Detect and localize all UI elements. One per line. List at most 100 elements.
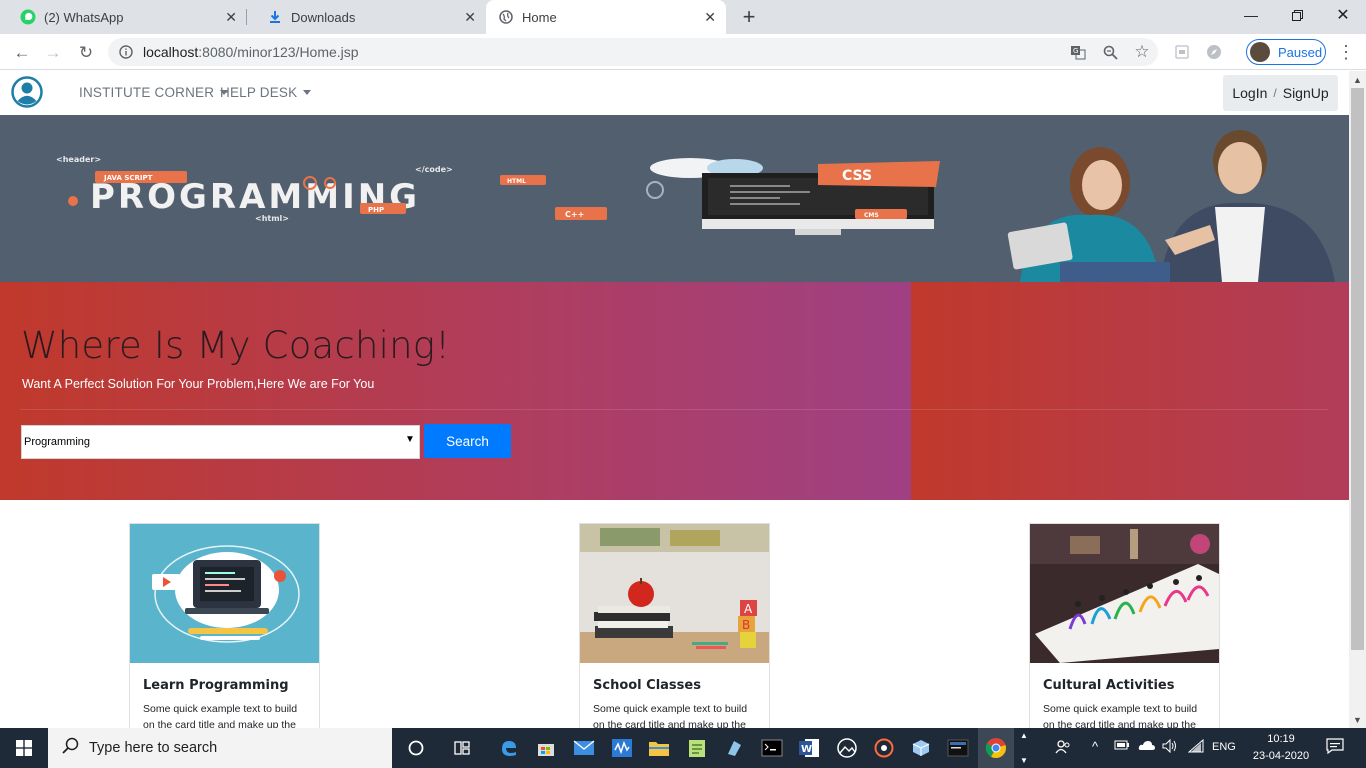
extension-icon[interactable] bbox=[1173, 43, 1191, 61]
card-text: Some quick example text to build on the … bbox=[1043, 703, 1198, 728]
dropdown-arrow-icon: ▼ bbox=[405, 434, 415, 445]
menu-label: INSTITUTE CORNER bbox=[79, 85, 215, 100]
hero-title: Where Is My Coaching! bbox=[21, 324, 451, 367]
login-link[interactable]: LogIn bbox=[1232, 85, 1267, 101]
tab-title: (2) WhatsApp bbox=[44, 9, 124, 25]
banner-word-html-tag: <html> bbox=[255, 214, 289, 223]
user-avatar-icon[interactable] bbox=[11, 76, 43, 108]
task-view-icon[interactable] bbox=[447, 733, 479, 763]
hero-carousel[interactable]: <header> JAVA SCRIPT </code> PROGRAMMING… bbox=[0, 115, 1349, 282]
signup-link[interactable]: SignUp bbox=[1283, 85, 1329, 101]
close-tab-icon[interactable]: ✕ bbox=[225, 9, 237, 26]
whatsapp-icon bbox=[20, 9, 36, 25]
jumbotron-side-panel bbox=[911, 282, 1349, 500]
banner-word-php: PHP bbox=[368, 206, 384, 214]
card-title: Cultural Activities bbox=[1043, 678, 1175, 693]
scrollbar-thumb[interactable] bbox=[1351, 88, 1364, 650]
separator: / bbox=[1273, 86, 1277, 100]
profile-paused-button[interactable]: Paused bbox=[1246, 39, 1326, 65]
url-host: localhost bbox=[143, 44, 199, 60]
star-icon[interactable]: ☆ bbox=[1133, 42, 1151, 61]
3d-viewer-icon[interactable] bbox=[905, 733, 937, 763]
profile-status: Paused bbox=[1278, 44, 1323, 60]
card-learn-programming[interactable]: Learn Programming Some quick example tex… bbox=[129, 523, 320, 728]
notification-icon[interactable] bbox=[1326, 738, 1344, 757]
download-icon bbox=[267, 9, 283, 25]
notepad-icon[interactable] bbox=[681, 733, 713, 763]
menu-institute-corner[interactable]: INSTITUTE CORNER bbox=[79, 85, 229, 100]
card-title: Learn Programming bbox=[143, 678, 289, 693]
media-player-icon[interactable] bbox=[868, 733, 900, 763]
card-image: A B bbox=[580, 524, 769, 663]
banner-word-html: HTML bbox=[507, 178, 526, 185]
web-page: INSTITUTE CORNER HELP DESK LogIn / SignU… bbox=[0, 71, 1349, 728]
card-school-classes[interactable]: A B School Classes Some quick example te… bbox=[579, 523, 770, 728]
app-icon[interactable] bbox=[718, 733, 750, 763]
file-explorer-icon[interactable] bbox=[643, 733, 675, 763]
category-select[interactable]: Programming bbox=[21, 425, 420, 459]
audio-app-icon[interactable] bbox=[606, 733, 638, 763]
svg-text:B: B bbox=[742, 618, 750, 632]
battery-icon[interactable] bbox=[1114, 739, 1130, 754]
volume-icon[interactable] bbox=[1162, 738, 1178, 756]
zoom-icon[interactable] bbox=[1101, 43, 1119, 61]
taskbar-clock[interactable]: 10:19 23-04-2020 bbox=[1250, 731, 1312, 765]
store-icon[interactable] bbox=[530, 733, 562, 763]
back-icon[interactable]: ← bbox=[12, 43, 32, 63]
card-cultural-activities[interactable]: Cultural Activities Some quick example t… bbox=[1029, 523, 1220, 728]
extension-compass-icon[interactable] bbox=[1205, 43, 1223, 61]
search-icon bbox=[62, 737, 79, 759]
mysql-icon[interactable] bbox=[942, 733, 974, 763]
globe-icon bbox=[498, 9, 514, 25]
onedrive-icon[interactable] bbox=[1138, 739, 1156, 754]
menu-help-desk[interactable]: HELP DESK bbox=[220, 85, 312, 100]
close-tab-icon[interactable]: ✕ bbox=[464, 9, 476, 26]
terminal-icon[interactable] bbox=[756, 733, 788, 763]
reload-icon[interactable]: ↻ bbox=[76, 43, 96, 63]
card-text: Some quick example text to build on the … bbox=[143, 703, 298, 728]
svg-text:W: W bbox=[801, 744, 812, 755]
forward-icon[interactable]: → bbox=[43, 43, 63, 63]
language-indicator[interactable]: ENG bbox=[1212, 741, 1236, 753]
cortana-icon[interactable] bbox=[400, 733, 432, 763]
word-icon[interactable]: W bbox=[793, 733, 825, 763]
divider bbox=[20, 409, 1328, 410]
menu-icon[interactable]: ⋮ bbox=[1337, 42, 1355, 63]
search-placeholder: Type here to search bbox=[89, 740, 218, 756]
close-tab-icon[interactable]: ✕ bbox=[704, 9, 716, 26]
show-hidden-icons-icon[interactable]: ^ bbox=[1092, 739, 1098, 754]
url-path: :8080/minor123/Home.jsp bbox=[198, 44, 359, 60]
tab-home[interactable]: Home ✕ bbox=[486, 0, 726, 34]
taskbar-scroll-arrows[interactable]: ▲ ▼ bbox=[1018, 731, 1030, 765]
card-image bbox=[130, 524, 319, 663]
tab-downloads[interactable]: Downloads ✕ bbox=[247, 0, 486, 34]
banner-word-code: </code> bbox=[415, 165, 453, 174]
card-text: Some quick example text to build on the … bbox=[593, 703, 748, 728]
minimize-icon[interactable]: — bbox=[1228, 0, 1274, 30]
windows-start-icon[interactable] bbox=[0, 728, 48, 768]
scroll-down-icon[interactable]: ▼ bbox=[1349, 711, 1366, 728]
close-window-icon[interactable]: ✕ bbox=[1320, 0, 1366, 30]
banner-word-css: CSS bbox=[842, 168, 872, 184]
chrome-icon[interactable] bbox=[978, 728, 1014, 768]
restore-icon[interactable] bbox=[1274, 0, 1320, 30]
site-navbar: INSTITUTE CORNER HELP DESK LogIn / SignU… bbox=[0, 71, 1349, 115]
tab-whatsapp[interactable]: (2) WhatsApp ✕ bbox=[0, 0, 247, 34]
mail-icon[interactable] bbox=[568, 733, 600, 763]
avatar bbox=[1250, 42, 1270, 62]
edge-icon[interactable] bbox=[493, 733, 525, 763]
search-button[interactable]: Search bbox=[424, 424, 511, 458]
scroll-up-icon[interactable]: ▲ bbox=[1349, 71, 1366, 88]
translate-icon[interactable]: G bbox=[1069, 43, 1087, 61]
tab-title: Home bbox=[522, 9, 557, 25]
svg-text:A: A bbox=[744, 602, 753, 616]
taskbar-search-box[interactable]: Type here to search bbox=[48, 728, 392, 768]
people-icon[interactable] bbox=[1055, 739, 1071, 758]
new-tab-icon[interactable]: + bbox=[738, 4, 760, 30]
photos-icon[interactable] bbox=[831, 733, 863, 763]
clock-time: 10:19 bbox=[1267, 733, 1295, 745]
wifi-icon[interactable] bbox=[1187, 738, 1204, 756]
url-text[interactable]: localhost:8080/minor123/Home.jsp bbox=[143, 44, 359, 60]
select-value: Programming bbox=[24, 436, 91, 448]
info-icon[interactable] bbox=[117, 43, 135, 61]
